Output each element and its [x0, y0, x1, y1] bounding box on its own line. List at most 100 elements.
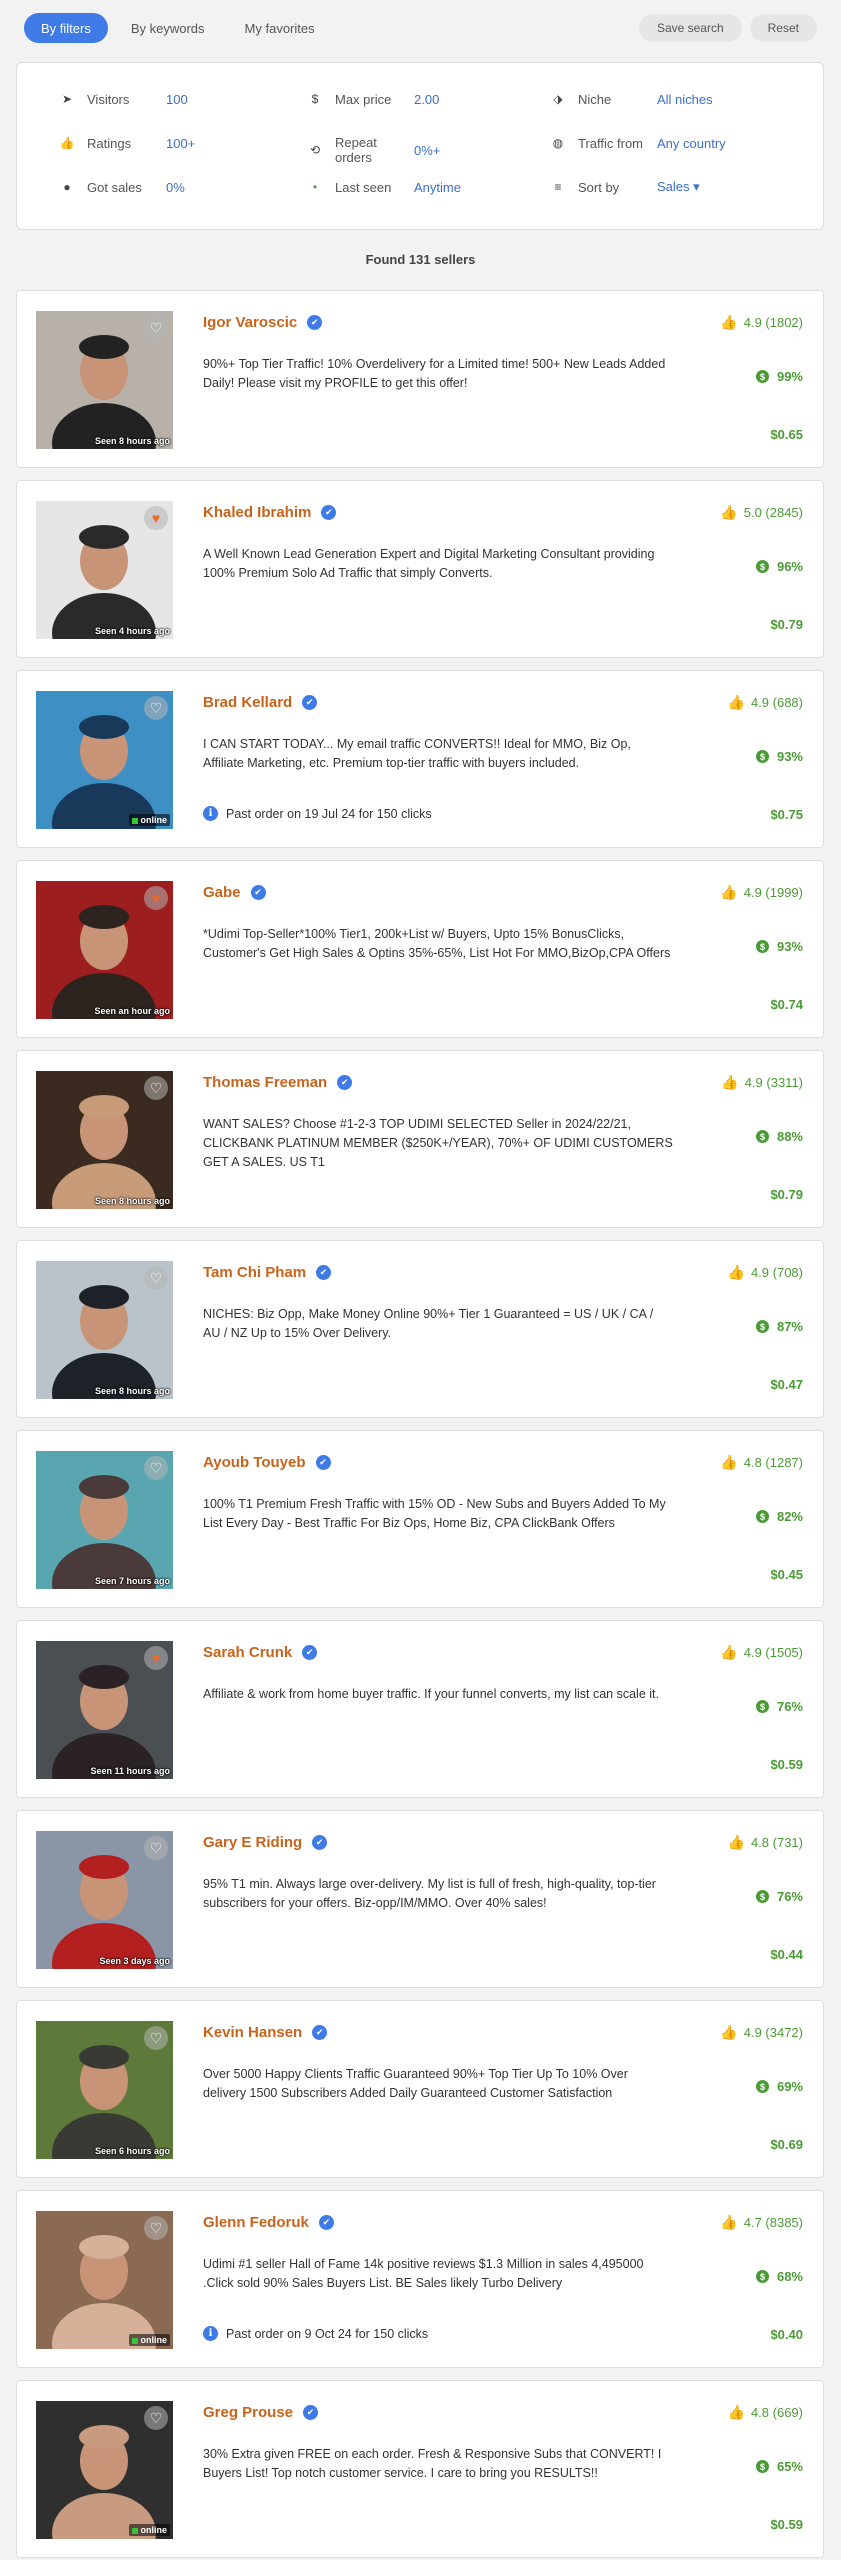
filter-value[interactable]: 0%+	[414, 143, 440, 158]
save-search-button[interactable]: Save search	[638, 14, 742, 42]
filter-value[interactable]: All niches	[657, 92, 713, 107]
filter-niche[interactable]: ⬗ Niche All niches	[550, 91, 713, 107]
seller-avatar[interactable]: ♡ Seen 8 hours ago	[36, 1071, 173, 1209]
seller-card[interactable]: ♡ Seen 8 hours ago Tam Chi Pham ✔ NICHES: Bi…	[16, 1240, 824, 1418]
verified-check-icon: ✔	[307, 315, 323, 330]
sales-percent: $68%	[755, 2269, 803, 2284]
seller-name[interactable]: Greg Prouse	[203, 2404, 293, 2421]
seller-avatar[interactable]: ♡ Seen 6 hours ago	[36, 2021, 173, 2159]
seller-avatar[interactable]: ♡ online	[36, 2211, 173, 2349]
seller-name[interactable]: Thomas Freeman	[203, 1074, 327, 1091]
favorite-heart-icon[interactable]: ♡	[144, 1076, 168, 1100]
reset-button[interactable]: Reset	[749, 14, 817, 42]
filter-value[interactable]: 2.00	[414, 92, 439, 107]
last-seen-status: online	[128, 2334, 170, 2346]
filter-value[interactable]: 0%	[166, 180, 185, 195]
seller-card[interactable]: ♡ Seen 8 hours ago Thomas Freeman ✔ WANT SAL…	[16, 1050, 824, 1228]
last-seen-status: Seen 4 hours ago	[94, 626, 170, 636]
seller-name[interactable]: Khaled Ibrahim	[203, 504, 311, 521]
seller-description: 90%+ Top Tier Traffic! 10% Overdelivery …	[203, 357, 666, 390]
filter-repeat-orders[interactable]: ⟲ Repeat orders 0%+	[307, 135, 440, 165]
seller-name[interactable]: Gary E Riding	[203, 1834, 302, 1851]
favorite-heart-icon[interactable]: ♡	[144, 1836, 168, 1860]
filter-value[interactable]: 100	[166, 92, 188, 107]
tab-by-keywords[interactable]: By keywords	[114, 13, 222, 43]
seller-card[interactable]: ♥ Seen 11 hours ago Sarah Crunk ✔ Affiliate …	[16, 1620, 824, 1798]
filter-label: Ratings	[87, 135, 132, 151]
dollar-coin-icon: $	[755, 1700, 769, 1713]
sales-value: 76%	[776, 1699, 803, 1714]
filter-traffic-from[interactable]: ◍ Traffic from Any country	[550, 135, 726, 151]
tab-by-filters[interactable]: By filters	[24, 13, 108, 43]
seller-card[interactable]: ♡ online Glenn Fedoruk ✔ Udimi #1 seller Hal…	[16, 2190, 824, 2368]
favorite-heart-icon[interactable]: ♡	[144, 2406, 168, 2430]
seller-card[interactable]: ♥ Seen 4 hours ago Khaled Ibrahim ✔ A Well K…	[16, 480, 824, 658]
seller-description: Over 5000 Happy Clients Traffic Guarante…	[203, 2067, 628, 2100]
seller-avatar[interactable]: ♡ online	[36, 691, 173, 829]
seller-name[interactable]: Tam Chi Pham	[203, 1264, 306, 1281]
filter-value[interactable]: Any country	[657, 136, 726, 151]
favorite-heart-icon[interactable]: ♡	[144, 1266, 168, 1290]
dollar-coin-icon: $	[755, 2270, 769, 2283]
favorite-heart-icon[interactable]: ♡	[144, 2026, 168, 2050]
seller-name-row[interactable]: Thomas Freeman ✔	[203, 1074, 353, 1091]
filter-value[interactable]: Sales ▾	[657, 179, 700, 195]
favorite-heart-icon[interactable]: ♥	[144, 1646, 168, 1670]
seller-card[interactable]: ♡ Seen 3 days ago Gary E Riding ✔ 95% T1 min…	[16, 1810, 824, 1988]
filter-max-price[interactable]: $ Max price 2.00	[307, 91, 440, 107]
favorite-heart-icon[interactable]: ♡	[144, 2216, 168, 2240]
seller-name-row[interactable]: Brad Kellard ✔	[203, 694, 318, 711]
seller-name-row[interactable]: Greg Prouse ✔	[203, 2404, 319, 2421]
seller-name[interactable]: Ayoub Touyeb	[203, 1454, 306, 1471]
seller-rating: 👍 5.0 (2845)	[720, 504, 803, 521]
seller-avatar[interactable]: ♡ Seen 8 hours ago	[36, 311, 173, 449]
seller-name[interactable]: Kevin Hansen	[203, 2024, 302, 2041]
filter-visitors[interactable]: ➤ Visitors 100	[59, 91, 188, 107]
seller-name[interactable]: Glenn Fedoruk	[203, 2214, 309, 2231]
seller-avatar[interactable]: ♡ Seen 7 hours ago	[36, 1451, 173, 1589]
seller-price: $0.59	[770, 2517, 803, 2532]
thumbs-up-icon: 👍	[720, 884, 738, 900]
seller-description: NICHES: Biz Opp, Make Money Online 90%+ …	[203, 1307, 654, 1340]
seller-avatar[interactable]: ♡ Seen 3 days ago	[36, 1831, 173, 1969]
seller-name-row[interactable]: Khaled Ibrahim ✔	[203, 504, 337, 521]
favorite-heart-icon[interactable]: ♡	[144, 1456, 168, 1480]
filter-value[interactable]: Anytime	[414, 180, 461, 195]
seller-card[interactable]: ♡ online Brad Kellard ✔ I CAN START TODAY...…	[16, 670, 824, 848]
seller-card[interactable]: ♡ Seen 6 hours ago Kevin Hansen ✔ Over 5000 …	[16, 2000, 824, 2178]
seller-avatar[interactable]: ♥ Seen an hour ago	[36, 881, 173, 1019]
favorite-heart-icon[interactable]: ♥	[144, 886, 168, 910]
seller-name-row[interactable]: Ayoub Touyeb ✔	[203, 1454, 331, 1471]
seller-avatar[interactable]: ♥ Seen 4 hours ago	[36, 501, 173, 639]
seller-name[interactable]: Brad Kellard	[203, 694, 292, 711]
seller-avatar[interactable]: ♥ Seen 11 hours ago	[36, 1641, 173, 1779]
last-seen-status: Seen 11 hours ago	[90, 1766, 170, 1776]
seller-name[interactable]: Sarah Crunk	[203, 1644, 292, 1661]
seller-avatar[interactable]: ♡ online	[36, 2401, 173, 2539]
seller-name-row[interactable]: Gabe ✔	[203, 884, 266, 901]
seller-name-row[interactable]: Sarah Crunk ✔	[203, 1644, 318, 1661]
filter-value[interactable]: 100+	[166, 136, 195, 151]
filter-sort-by[interactable]: ≡ Sort by Sales ▾	[550, 179, 700, 195]
favorite-heart-icon[interactable]: ♥	[144, 506, 168, 530]
seller-card[interactable]: ♡ Seen 8 hours ago Igor Varoscic ✔ 90%+ Top …	[16, 290, 824, 468]
filter-ratings[interactable]: 👍 Ratings 100+	[59, 135, 196, 151]
filter-last-seen[interactable]: • Last seen Anytime	[307, 179, 461, 195]
seller-card[interactable]: ♥ Seen an hour ago Gabe ✔ *Udimi Top-Seller*…	[16, 860, 824, 1038]
favorite-heart-icon[interactable]: ♡	[144, 316, 168, 340]
rating-value: 4.8 (669)	[750, 2405, 803, 2420]
seller-name[interactable]: Igor Varoscic	[203, 314, 297, 331]
favorite-heart-icon[interactable]: ♡	[144, 696, 168, 720]
seller-name-row[interactable]: Tam Chi Pham ✔	[203, 1264, 332, 1281]
seller-name-row[interactable]: Igor Varoscic ✔	[203, 314, 323, 331]
seller-name[interactable]: Gabe	[203, 884, 241, 901]
seller-card[interactable]: ♡ online Greg Prouse ✔ 30% Extra given FREE …	[16, 2380, 824, 2558]
filter-got-sales[interactable]: ● Got sales 0%	[59, 179, 185, 195]
seller-name-row[interactable]: Kevin Hansen ✔	[203, 2024, 328, 2041]
sales-percent: $82%	[755, 1509, 803, 1524]
tab-my-favorites[interactable]: My favorites	[228, 13, 332, 43]
seller-avatar[interactable]: ♡ Seen 8 hours ago	[36, 1261, 173, 1399]
seller-name-row[interactable]: Glenn Fedoruk ✔	[203, 2214, 334, 2231]
seller-card[interactable]: ♡ Seen 7 hours ago Ayoub Touyeb ✔ 100% T1 Pr…	[16, 1430, 824, 1608]
seller-name-row[interactable]: Gary E Riding ✔	[203, 1834, 328, 1851]
